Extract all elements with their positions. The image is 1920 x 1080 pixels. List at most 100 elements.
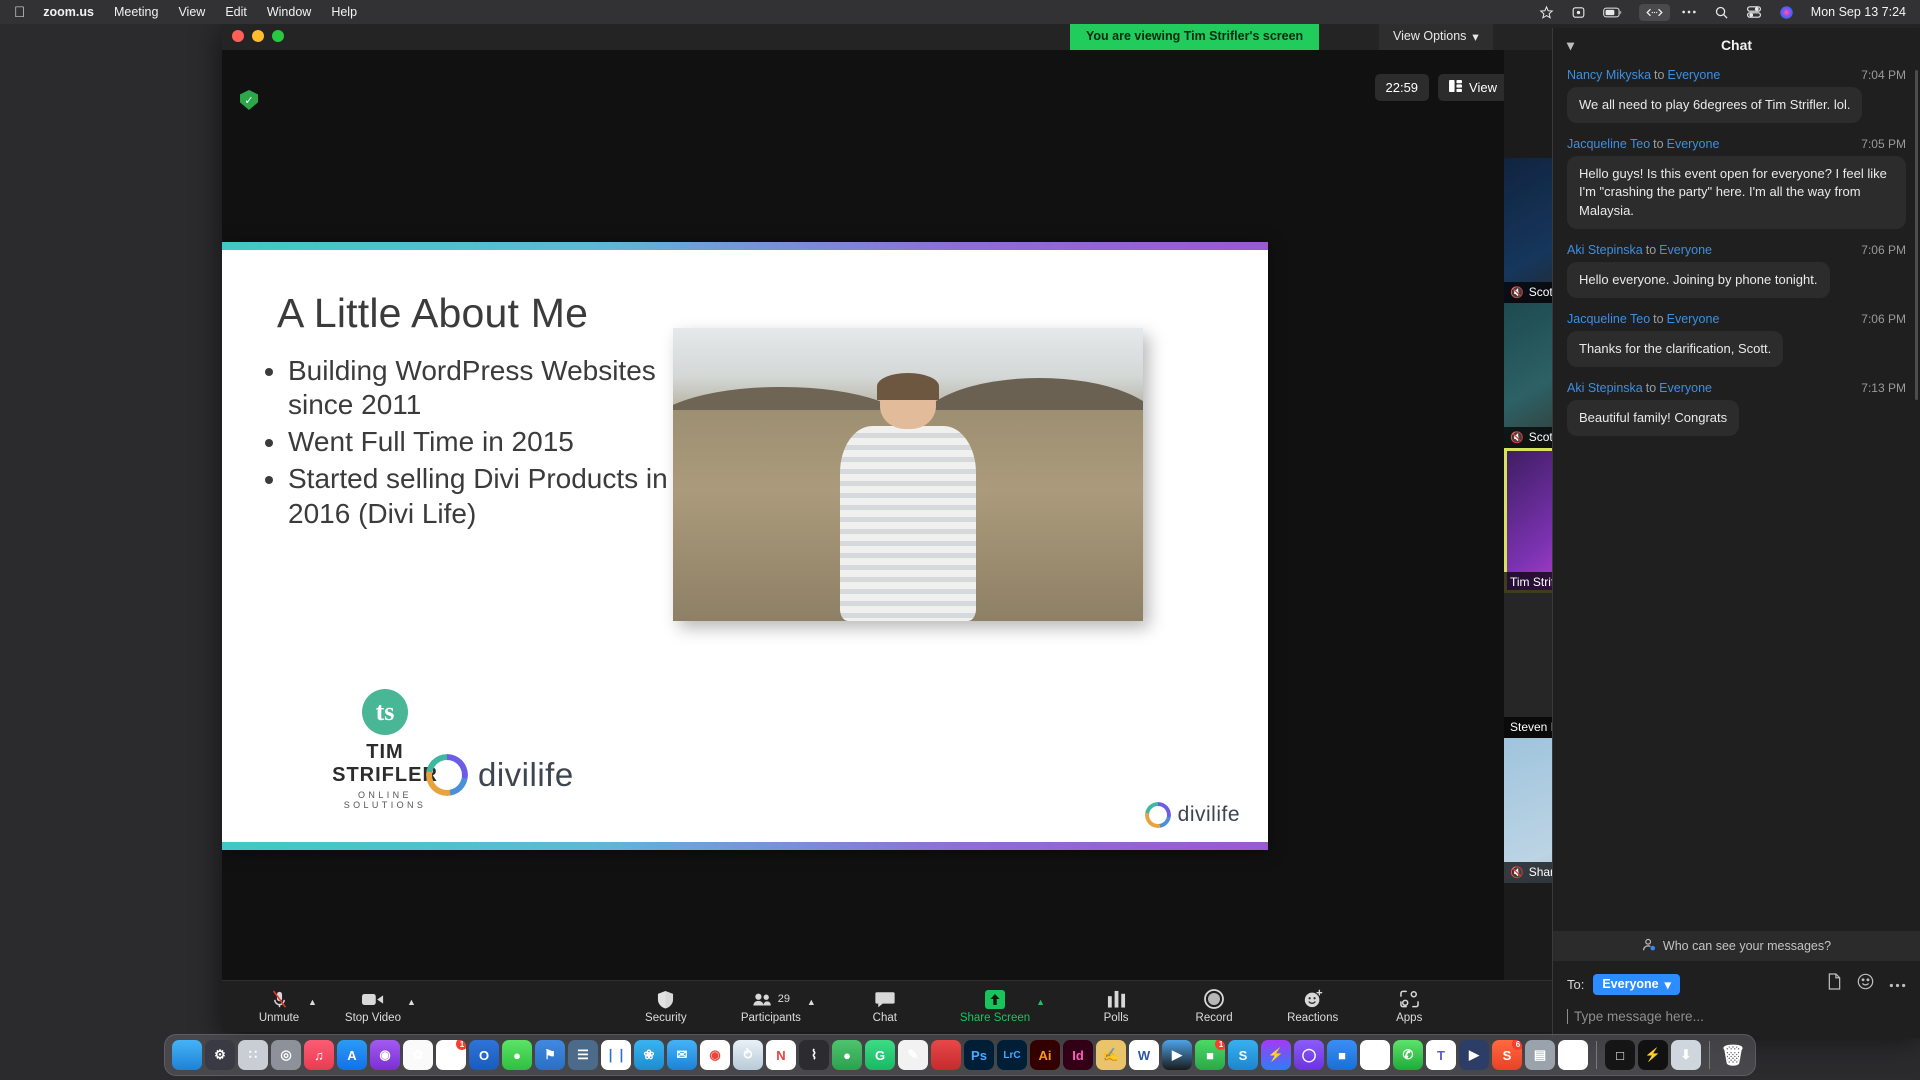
bolt-icon[interactable]: ⚡: [1638, 1040, 1668, 1070]
window-traffic-lights[interactable]: [232, 30, 284, 42]
chat-button[interactable]: Chat: [862, 990, 908, 1024]
1password-icon[interactable]: ●: [832, 1040, 862, 1070]
notes-app-icon[interactable]: ✍: [1096, 1040, 1126, 1070]
fitness-icon[interactable]: ❀: [634, 1040, 664, 1070]
participants-button[interactable]: 29 Participants: [741, 990, 801, 1024]
safari-tech-icon[interactable]: ◎: [271, 1040, 301, 1070]
system-preferences-icon[interactable]: ⚙: [205, 1040, 235, 1070]
message-sender[interactable]: Jacqueline Teo: [1567, 137, 1650, 151]
chrome-icon[interactable]: ◉: [700, 1040, 730, 1070]
participants-options-chevron-icon[interactable]: ▲: [807, 997, 816, 1007]
video-control-group[interactable]: Stop Video ▲: [345, 990, 416, 1024]
airdrop-icon[interactable]: [1638, 3, 1670, 21]
file-icon[interactable]: [1827, 973, 1842, 995]
word-icon[interactable]: W: [1129, 1040, 1159, 1070]
minimize-window-button[interactable]: [252, 30, 264, 42]
view-layout-button[interactable]: View: [1438, 74, 1508, 101]
close-window-button[interactable]: [232, 30, 244, 42]
menu-item-view[interactable]: View: [178, 5, 205, 19]
menu-item-zoomus[interactable]: zoom.us: [43, 5, 94, 19]
record-button[interactable]: Record: [1191, 989, 1237, 1024]
menu-item-meeting[interactable]: Meeting: [114, 5, 158, 19]
menu-item-window[interactable]: Window: [267, 5, 311, 19]
chat-scrollbar[interactable]: [1915, 70, 1918, 400]
apps-button[interactable]: Apps: [1386, 990, 1432, 1024]
record-app-icon[interactable]: [931, 1040, 961, 1070]
chat-privacy-notice[interactable]: Who can see your messages?: [1553, 931, 1920, 961]
battery-icon[interactable]: [1603, 6, 1622, 19]
menu-item-edit[interactable]: Edit: [225, 5, 247, 19]
stop-video-button[interactable]: Stop Video: [345, 990, 401, 1024]
streamyard-icon[interactable]: ▶: [1459, 1040, 1489, 1070]
keynote-icon[interactable]: ▶: [1162, 1040, 1192, 1070]
search-icon[interactable]: [1714, 5, 1729, 20]
podcasts-icon[interactable]: ◉: [370, 1040, 400, 1070]
lightroom-icon[interactable]: LrC: [997, 1040, 1027, 1070]
audio-icon[interactable]: ⌇: [799, 1040, 829, 1070]
app-store-icon[interactable]: A: [337, 1040, 367, 1070]
bookmarks-icon[interactable]: ⚑: [535, 1040, 565, 1070]
trello-icon[interactable]: ❘❘: [601, 1040, 631, 1070]
grammarly-icon[interactable]: G: [865, 1040, 895, 1070]
shield-check-icon[interactable]: ✓: [240, 90, 258, 110]
messenger-icon[interactable]: ⚡: [1261, 1040, 1291, 1070]
shield-app-icon[interactable]: ✓: [1558, 1040, 1588, 1070]
downloads-stack-icon[interactable]: ⬇: [1671, 1040, 1701, 1070]
share-options-chevron-icon[interactable]: ▲: [1036, 997, 1045, 1007]
calendar-icon[interactable]: 13 1: [436, 1040, 466, 1070]
news-icon[interactable]: N: [766, 1040, 796, 1070]
camo-icon[interactable]: □: [1605, 1040, 1635, 1070]
chat-message-list[interactable]: Nancy Mikyska to Everyone 7:04 PM We all n…: [1553, 62, 1920, 931]
audio-control-group[interactable]: Unmute ▲: [256, 990, 317, 1024]
timer-icon[interactable]: S6: [1492, 1040, 1522, 1070]
trash-icon[interactable]: 🗑: [1718, 1040, 1748, 1070]
paintbrush-icon[interactable]: ✎: [898, 1040, 928, 1070]
reactions-button[interactable]: Reactions: [1287, 989, 1338, 1024]
message-sender[interactable]: Nancy Mikyska: [1567, 68, 1651, 82]
security-button[interactable]: Security: [643, 990, 689, 1024]
skype-icon[interactable]: S: [1228, 1040, 1258, 1070]
messages-icon[interactable]: ●: [502, 1040, 532, 1070]
finder-icon[interactable]: [172, 1040, 202, 1070]
chat-message-input[interactable]: Type message here...: [1567, 1009, 1906, 1024]
menubar-clock[interactable]: Mon Sep 13 7:24: [1811, 5, 1906, 19]
transit-icon[interactable]: ▤: [1525, 1040, 1555, 1070]
emoji-icon[interactable]: [1857, 973, 1874, 995]
message-sender[interactable]: Aki Stepinska: [1567, 243, 1643, 257]
view-options-dropdown[interactable]: View Options ▾: [1379, 22, 1493, 50]
photoshop-icon[interactable]: Ps: [964, 1040, 994, 1070]
safari-icon[interactable]: ⥁: [733, 1040, 763, 1070]
teams-icon[interactable]: T: [1426, 1040, 1456, 1070]
participants-control-group[interactable]: 29 Participants ▲: [741, 990, 816, 1024]
music-icon[interactable]: ♫: [304, 1040, 334, 1070]
ellipsis-icon[interactable]: [1889, 975, 1906, 993]
audio-options-chevron-icon[interactable]: ▲: [308, 997, 317, 1007]
zoom-icon[interactable]: ■: [1327, 1040, 1357, 1070]
share-screen-button[interactable]: Share Screen: [960, 989, 1030, 1024]
outlook-icon[interactable]: O: [469, 1040, 499, 1070]
ellipsis-icon[interactable]: [1681, 9, 1697, 15]
menu-item-help[interactable]: Help: [331, 5, 357, 19]
apple-logo-icon[interactable]: : [14, 5, 25, 20]
control-center-icon[interactable]: [1746, 5, 1762, 19]
unmute-button[interactable]: Unmute: [256, 990, 302, 1024]
loom-icon[interactable]: ◯: [1294, 1040, 1324, 1070]
star-icon[interactable]: [1539, 5, 1554, 20]
screen-record-icon[interactable]: [1571, 5, 1586, 20]
launchpad-icon[interactable]: ∷: [238, 1040, 268, 1070]
chevron-down-icon[interactable]: ▾: [1567, 37, 1574, 54]
illustrator-icon[interactable]: Ai: [1030, 1040, 1060, 1070]
share-screen-control-group[interactable]: Share Screen ▲: [960, 989, 1045, 1024]
facetime-icon[interactable]: ■ 1: [1195, 1040, 1225, 1070]
message-sender[interactable]: Aki Stepinska: [1567, 381, 1643, 395]
chat-recipient-selector[interactable]: Everyone ▾: [1593, 973, 1680, 995]
photos-icon[interactable]: ✿: [403, 1040, 433, 1070]
indesign-icon[interactable]: Id: [1063, 1040, 1093, 1070]
slack-icon[interactable]: ✦: [1360, 1040, 1390, 1070]
message-sender[interactable]: Jacqueline Teo: [1567, 312, 1650, 326]
siri-icon[interactable]: [1779, 5, 1794, 20]
maximize-window-button[interactable]: [272, 30, 284, 42]
video-options-chevron-icon[interactable]: ▲: [407, 997, 416, 1007]
todoist-icon[interactable]: ☰: [568, 1040, 598, 1070]
polls-button[interactable]: Polls: [1093, 990, 1139, 1024]
